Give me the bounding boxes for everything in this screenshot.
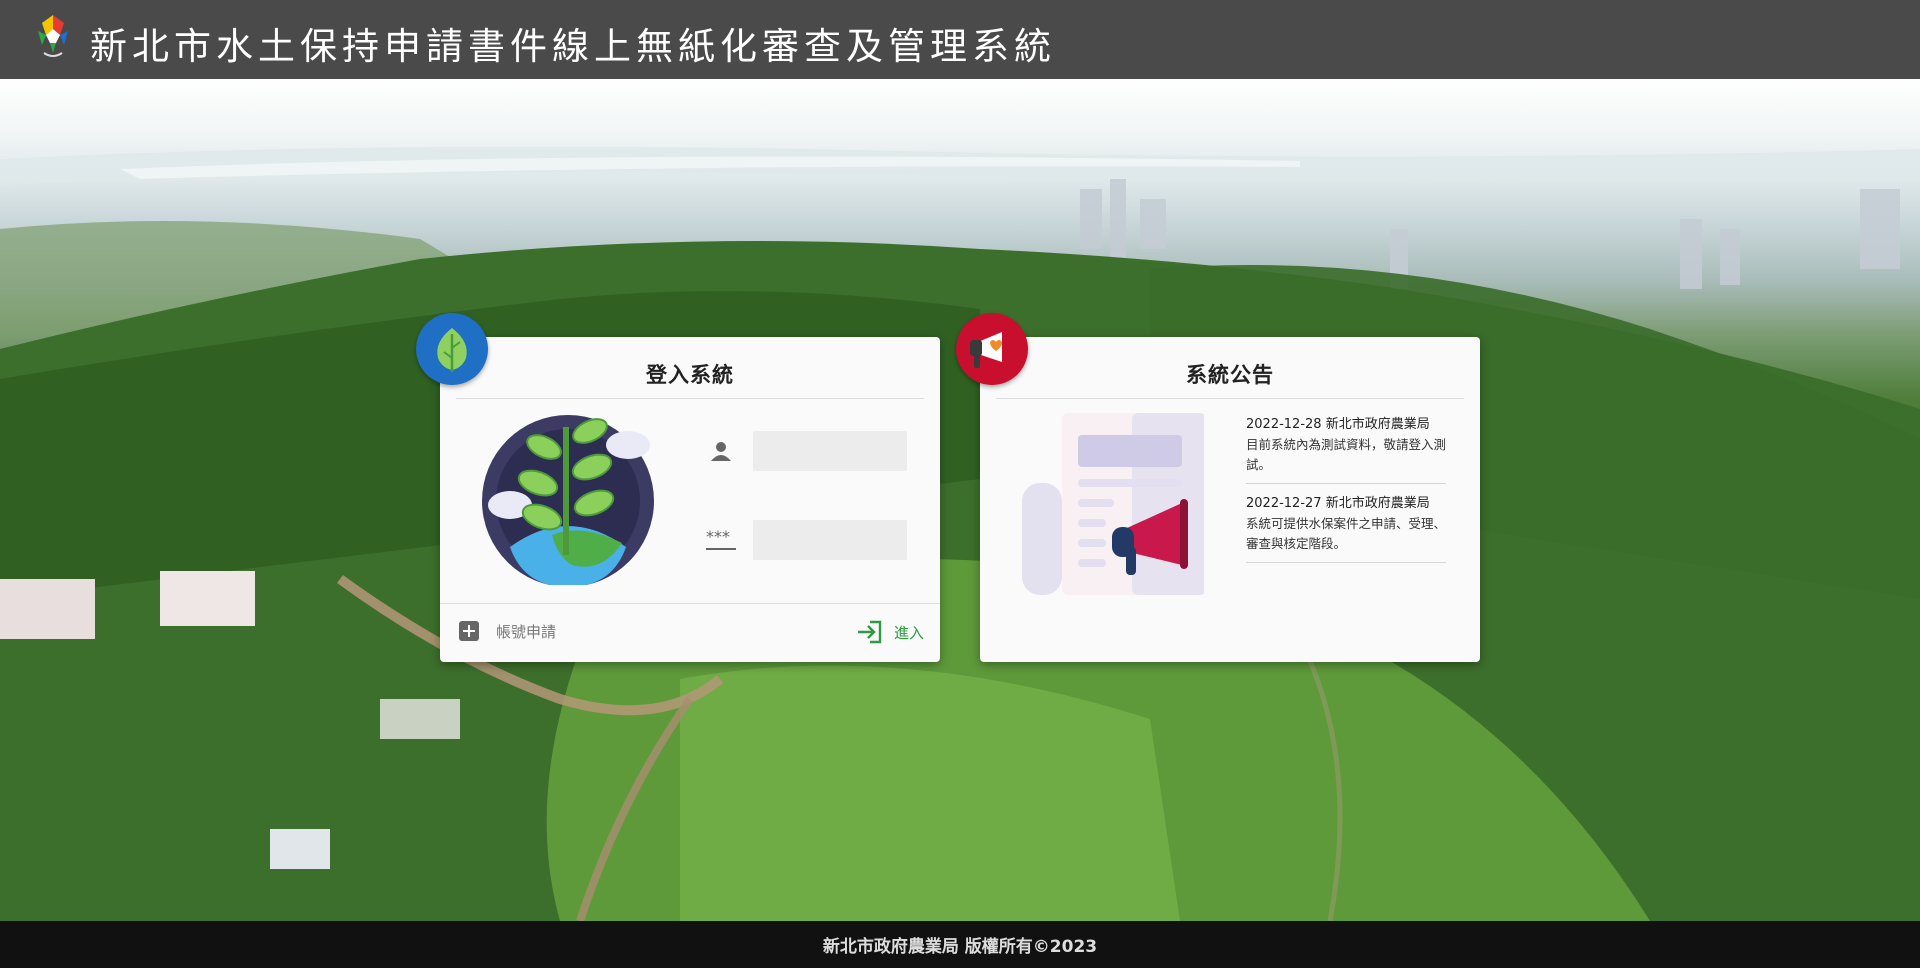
app-title: 新北市水土保持申請書件線上無紙化審查及管理系統 <box>90 25 1056 68</box>
apply-account-button[interactable]: 帳號申請 <box>458 620 556 642</box>
password-icon: *** <box>703 522 739 558</box>
enter-button[interactable]: 進入 <box>856 620 924 644</box>
username-input[interactable] <box>753 431 907 471</box>
news-date: 2022-12-27 <box>1246 496 1322 511</box>
sign-in-icon <box>856 620 882 644</box>
app-header: 新北市水土保持申請書件線上無紙化審查及管理系統 <box>0 0 1920 79</box>
news-item[interactable]: 2022-12-28 新北市政府農業局 目前系統內為測試資料，敬請登入測試。 <box>1246 415 1446 484</box>
copyright-text: 新北市政府農業局 版權所有©2023 <box>822 937 1098 957</box>
password-row: *** <box>703 520 907 560</box>
svg-text:***: *** <box>706 528 730 546</box>
news-org: 新北市政府農業局 <box>1325 417 1430 432</box>
news-date: 2022-12-28 <box>1246 417 1322 432</box>
password-input[interactable] <box>753 520 907 560</box>
news-list: 2022-12-28 新北市政府農業局 目前系統內為測試資料，敬請登入測試。 2… <box>1246 415 1446 573</box>
divider <box>996 398 1464 399</box>
plus-square-icon <box>458 620 480 642</box>
divider <box>456 398 924 399</box>
plant-globe-illustration <box>482 405 662 587</box>
notice-title: 系統公告 <box>1186 363 1274 387</box>
megaphone-icon <box>956 313 1028 385</box>
news-text: 目前系統內為測試資料，敬請登入測試。 <box>1246 437 1447 472</box>
footer: 新北市政府農業局 版權所有©2023 <box>0 921 1920 968</box>
notice-card: 系統公告 2022-12-28 新北市政府農業局 目前系統內為測試資料，敬請登入… <box>980 337 1480 662</box>
login-title: 登入系統 <box>646 363 734 387</box>
background-aerial-photo <box>0 79 1920 921</box>
apply-account-label: 帳號申請 <box>496 622 557 641</box>
news-org: 新北市政府農業局 <box>1325 496 1430 511</box>
leaf-icon <box>416 313 488 385</box>
newspaper-megaphone-illustration <box>1022 413 1206 595</box>
divider <box>440 603 940 604</box>
enter-label: 進入 <box>893 623 924 642</box>
news-item[interactable]: 2022-12-27 新北市政府農業局 系統可提供水保案件之申請、受理、審查與核… <box>1246 494 1446 563</box>
user-icon <box>703 433 739 469</box>
username-row <box>703 431 907 471</box>
login-card: 登入系統 *** 帳號申請 進入 <box>440 337 940 662</box>
new-taipei-city-logo-icon[interactable] <box>34 13 72 65</box>
news-text: 系統可提供水保案件之申請、受理、審查與核定階段。 <box>1246 516 1447 551</box>
